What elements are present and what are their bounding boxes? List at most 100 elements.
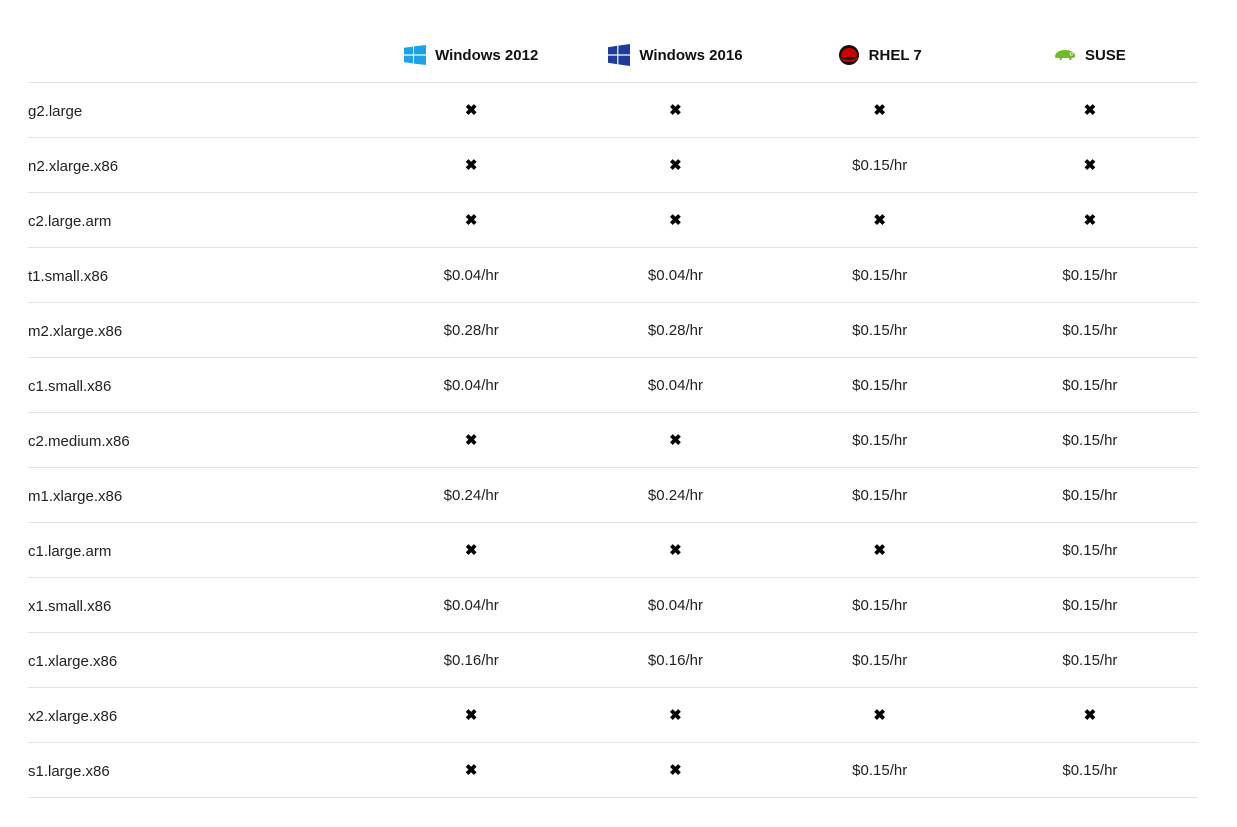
price-value: $0.15/hr bbox=[1062, 431, 1118, 449]
unavailable-cell: ✖ bbox=[982, 102, 1198, 119]
price-value: $0.15/hr bbox=[852, 376, 908, 394]
unavailable-cell: ✖ bbox=[369, 542, 573, 559]
unavailable-x-icon: ✖ bbox=[873, 211, 886, 229]
unavailable-cell: ✖ bbox=[369, 212, 573, 229]
windows-icon bbox=[608, 44, 631, 66]
price-cell: $0.04/hr bbox=[573, 597, 777, 614]
table-row: x2.xlarge.x86 ✖ ✖ ✖ ✖ bbox=[28, 688, 1198, 743]
price-cell: $0.15/hr bbox=[982, 597, 1198, 614]
price-cell: $0.15/hr bbox=[982, 762, 1198, 779]
unavailable-cell: ✖ bbox=[573, 212, 777, 229]
price-cell: $0.16/hr bbox=[369, 652, 573, 669]
instance-type-label: t1.small.x86 bbox=[28, 267, 109, 285]
unavailable-cell: ✖ bbox=[369, 102, 573, 119]
price-cell: $0.28/hr bbox=[573, 322, 777, 339]
unavailable-x-icon: ✖ bbox=[873, 541, 886, 559]
unavailable-x-icon: ✖ bbox=[669, 541, 682, 559]
price-value: $0.04/hr bbox=[443, 376, 499, 394]
price-value: $0.15/hr bbox=[852, 156, 908, 174]
price-value: $0.24/hr bbox=[443, 486, 499, 504]
unavailable-cell: ✖ bbox=[778, 212, 982, 229]
column-header-windows-2016: Windows 2016 bbox=[573, 44, 777, 66]
table-row: n2.xlarge.x86 ✖ ✖ $0.15/hr ✖ bbox=[28, 138, 1198, 193]
price-cell: $0.15/hr bbox=[778, 267, 982, 284]
table-row: m2.xlarge.x86 $0.28/hr $0.28/hr $0.15/hr $0.… bbox=[28, 303, 1198, 358]
price-value: $0.16/hr bbox=[443, 651, 499, 669]
unavailable-cell: ✖ bbox=[369, 707, 573, 724]
unavailable-x-icon: ✖ bbox=[873, 706, 886, 724]
instance-type-label: c1.small.x86 bbox=[28, 377, 112, 395]
unavailable-cell: ✖ bbox=[982, 212, 1198, 229]
table-body: g2.large ✖ ✖ ✖ ✖ n2.xlarge.x86 ✖ ✖ $0.15/hr ✖ c2.l… bbox=[28, 83, 1198, 798]
unavailable-cell: ✖ bbox=[982, 707, 1198, 724]
unavailable-x-icon: ✖ bbox=[464, 431, 478, 449]
unavailable-x-icon: ✖ bbox=[1083, 101, 1097, 119]
unavailable-x-icon: ✖ bbox=[1083, 156, 1097, 174]
price-cell: $0.04/hr bbox=[573, 267, 777, 284]
instance-type-label: g2.large bbox=[28, 102, 83, 120]
price-cell: $0.04/hr bbox=[573, 377, 777, 394]
price-cell: $0.24/hr bbox=[573, 487, 777, 504]
unavailable-x-icon: ✖ bbox=[1083, 211, 1097, 229]
price-cell: $0.24/hr bbox=[369, 487, 573, 504]
price-cell: $0.15/hr bbox=[778, 377, 982, 394]
price-cell: $0.15/hr bbox=[982, 267, 1198, 284]
price-cell: $0.15/hr bbox=[778, 652, 982, 669]
unavailable-cell: ✖ bbox=[778, 542, 982, 559]
price-value: $0.28/hr bbox=[647, 321, 703, 339]
price-value: $0.24/hr bbox=[647, 486, 703, 504]
instance-type-label: c1.xlarge.x86 bbox=[28, 652, 118, 670]
price-cell: $0.15/hr bbox=[982, 652, 1198, 669]
price-cell: $0.28/hr bbox=[369, 322, 573, 339]
table-row: t1.small.x86 $0.04/hr $0.04/hr $0.15/hr $0.1… bbox=[28, 248, 1198, 303]
unavailable-x-icon: ✖ bbox=[464, 156, 478, 174]
unavailable-x-icon: ✖ bbox=[873, 101, 886, 119]
unavailable-cell: ✖ bbox=[778, 707, 982, 724]
instance-type-label: c2.medium.x86 bbox=[28, 432, 130, 450]
instance-type-label: n2.xlarge.x86 bbox=[28, 157, 119, 175]
unavailable-cell: ✖ bbox=[573, 102, 777, 119]
price-value: $0.15/hr bbox=[1062, 376, 1118, 394]
table-row: c2.medium.x86 ✖ ✖ $0.15/hr $0.15/hr bbox=[28, 413, 1198, 468]
instance-type-label: x1.small.x86 bbox=[28, 597, 112, 615]
price-value: $0.15/hr bbox=[852, 431, 908, 449]
price-value: $0.28/hr bbox=[443, 321, 499, 339]
price-value: $0.15/hr bbox=[1062, 761, 1118, 779]
column-header-suse: SUSE bbox=[982, 47, 1198, 64]
unavailable-cell: ✖ bbox=[778, 102, 982, 119]
price-cell: $0.15/hr bbox=[778, 487, 982, 504]
price-value: $0.04/hr bbox=[647, 596, 703, 614]
price-cell: $0.15/hr bbox=[982, 322, 1198, 339]
instance-type-label: c1.large.arm bbox=[28, 542, 112, 560]
column-header-rhel-7: RHEL 7 bbox=[778, 45, 982, 65]
column-header-label: RHEL 7 bbox=[868, 46, 922, 64]
instance-type-label: m2.xlarge.x86 bbox=[28, 322, 123, 340]
price-value: $0.15/hr bbox=[852, 321, 908, 339]
price-value: $0.15/hr bbox=[852, 651, 908, 669]
unavailable-x-icon: ✖ bbox=[464, 101, 478, 119]
unavailable-cell: ✖ bbox=[369, 157, 573, 174]
instance-type-label: c2.large.arm bbox=[28, 212, 112, 230]
table-header: Windows 2012 Windows 2016 RHEL 7 SUSE bbox=[28, 28, 1198, 83]
unavailable-cell: ✖ bbox=[369, 432, 573, 449]
price-value: $0.15/hr bbox=[1062, 321, 1118, 339]
suse-chameleon-icon bbox=[1054, 48, 1076, 62]
unavailable-x-icon: ✖ bbox=[669, 431, 682, 449]
unavailable-x-icon: ✖ bbox=[669, 706, 682, 724]
unavailable-cell: ✖ bbox=[573, 542, 777, 559]
price-cell: $0.15/hr bbox=[982, 487, 1198, 504]
price-value: $0.15/hr bbox=[1062, 486, 1118, 504]
price-value: $0.15/hr bbox=[852, 486, 908, 504]
price-value: $0.04/hr bbox=[443, 596, 499, 614]
price-cell: $0.15/hr bbox=[778, 762, 982, 779]
unavailable-cell: ✖ bbox=[982, 157, 1198, 174]
os-pricing-table: Windows 2012 Windows 2016 RHEL 7 SUSE g2… bbox=[28, 28, 1198, 798]
instance-type-label: m1.xlarge.x86 bbox=[28, 487, 123, 505]
table-row: c2.large.arm ✖ ✖ ✖ ✖ bbox=[28, 193, 1198, 248]
price-cell: $0.15/hr bbox=[778, 157, 982, 174]
price-cell: $0.15/hr bbox=[778, 597, 982, 614]
price-value: $0.15/hr bbox=[1062, 266, 1118, 284]
price-value: $0.15/hr bbox=[852, 266, 908, 284]
price-value: $0.16/hr bbox=[647, 651, 703, 669]
price-cell: $0.16/hr bbox=[573, 652, 777, 669]
